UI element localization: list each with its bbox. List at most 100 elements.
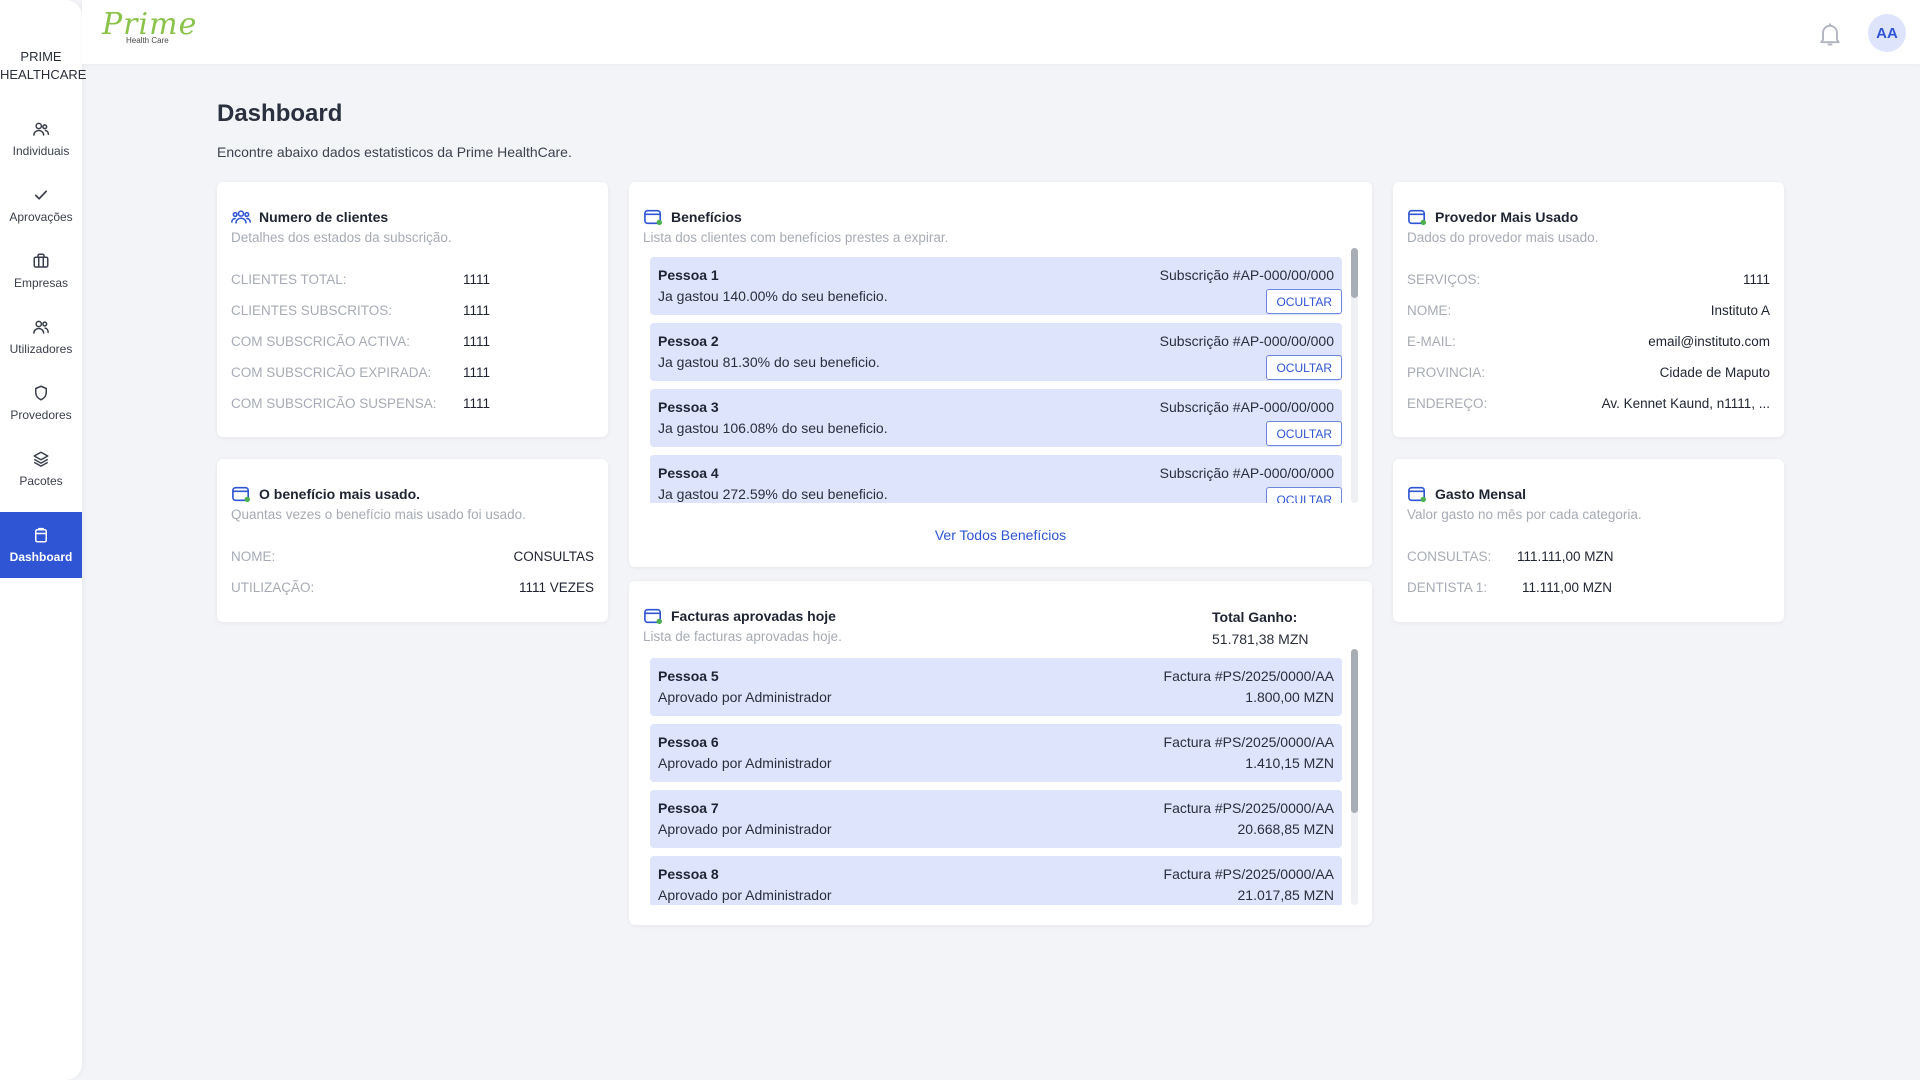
stat-label: CONSULTAS: xyxy=(1407,549,1492,564)
avatar[interactable]: AA xyxy=(1868,14,1906,52)
list-item[interactable]: Pessoa 3 Ja gastou 106.08% do seu benefi… xyxy=(650,389,1342,447)
card-description: Dados do provedor mais usado. xyxy=(1407,230,1599,245)
stat-value: 1111 xyxy=(1742,272,1770,287)
invoices-list[interactable]: Pessoa 5 Aprovado por Administrador Fact… xyxy=(650,658,1342,905)
stat-row: CLIENTES SUBSCRITOS: 1111 xyxy=(231,303,490,318)
brand-line-1: PRIME xyxy=(20,49,62,64)
sidebar-item-provedores[interactable]: Provedores xyxy=(0,370,82,436)
benefit-usage: Ja gastou 272.59% do seu beneficio. xyxy=(658,486,888,502)
stat-label: SERVIÇOS: xyxy=(1407,272,1481,287)
card-description: Valor gasto no mês por cada categoria. xyxy=(1407,507,1642,522)
scroll-thumb[interactable] xyxy=(1351,248,1358,298)
sidebar-item-label: Pacotes xyxy=(19,474,63,488)
stat-row: COM SUBSCRICÃO EXPIRADA: 1111 xyxy=(231,365,490,380)
card-title: Facturas aprovadas hoje xyxy=(671,608,836,624)
person-name: Pessoa 3 xyxy=(658,399,719,415)
invoice-id: Factura #PS/2025/0000/AA xyxy=(1163,866,1334,882)
see-all-benefits-link[interactable]: Ver Todos Benefícios xyxy=(629,527,1372,543)
scrollbar[interactable] xyxy=(1351,649,1358,905)
card-header: Provedor Mais Usado xyxy=(1407,208,1578,226)
top-bar: Prime Health Care AA xyxy=(82,0,1920,64)
stat-label: COM SUBSCRICÃO ACTIVA: xyxy=(231,334,411,349)
benefit-usage: Ja gastou 140.00% do seu beneficio. xyxy=(658,288,888,304)
page-subtitle: Encontre abaixo dados estatisticos da Pr… xyxy=(217,144,572,160)
list-item[interactable]: Pessoa 8 Aprovado por Administrador Fact… xyxy=(650,856,1342,905)
invoice-amount: 20.668,85 MZN xyxy=(1237,821,1335,837)
person-name: Pessoa 7 xyxy=(658,800,719,816)
stat-row: UTILIZAÇÃO: 1111 VEZES xyxy=(231,580,594,595)
total-earned-label: Total Ganho: xyxy=(1212,609,1298,625)
bell-icon[interactable] xyxy=(1816,20,1844,48)
scroll-thumb[interactable] xyxy=(1351,649,1358,813)
stat-value: Cidade de Maputo xyxy=(1659,365,1770,380)
hide-button[interactable]: OCULTAR xyxy=(1266,421,1342,446)
invoice-id: Factura #PS/2025/0000/AA xyxy=(1163,734,1334,750)
person-name: Pessoa 8 xyxy=(658,866,719,882)
logo[interactable]: Prime Health Care xyxy=(102,10,197,46)
person-name: Pessoa 5 xyxy=(658,668,719,684)
sidebar-item-dashboard[interactable]: Dashboard xyxy=(0,512,82,578)
sidebar-item-pacotes[interactable]: Pacotes xyxy=(0,436,82,502)
approved-by: Aprovado por Administrador xyxy=(658,755,832,771)
list-item[interactable]: Pessoa 2 Ja gastou 81.30% do seu benefic… xyxy=(650,323,1342,381)
list-item[interactable]: Pessoa 4 Ja gastou 272.59% do seu benefi… xyxy=(650,455,1342,503)
stat-value: 1111 xyxy=(463,303,491,318)
invoice-id: Factura #PS/2025/0000/AA xyxy=(1163,800,1334,816)
list-item[interactable]: Pessoa 5 Aprovado por Administrador Fact… xyxy=(650,658,1342,716)
sidebar-item-label: Dashboard xyxy=(9,550,73,564)
hide-button[interactable]: OCULTAR xyxy=(1266,355,1342,380)
stat-row: NOME: Instituto A xyxy=(1407,303,1770,318)
top-benefit-card: O benefício mais usado. Quantas vezes o … xyxy=(217,459,608,622)
clients-card: Numero de clientes Detalhes dos estados … xyxy=(217,182,608,437)
stat-label: CLIENTES TOTAL: xyxy=(231,272,347,287)
person-name: Pessoa 2 xyxy=(658,333,719,349)
stat-label: E-MAIL: xyxy=(1407,334,1456,349)
clipboard-icon xyxy=(35,527,47,543)
sidebar-item-utilizadores[interactable]: Utilizadores xyxy=(0,304,82,370)
sidebar-item-individuais[interactable]: Individuais xyxy=(0,106,82,172)
monthly-spend-card: Gasto Mensal Valor gasto no mês por cada… xyxy=(1393,459,1784,622)
stat-row: SERVIÇOS: 1111 xyxy=(1407,272,1770,287)
card-title: Benefícios xyxy=(671,209,742,225)
stat-value: 1111 xyxy=(463,396,491,411)
scrollbar[interactable] xyxy=(1351,248,1358,503)
total-earned-value: 51.781,38 MZN xyxy=(1212,631,1309,647)
provider-card: Provedor Mais Usado Dados do provedor ma… xyxy=(1393,182,1784,437)
stat-value: 11.111,00 MZN xyxy=(1522,580,1613,595)
briefcase-icon xyxy=(33,253,49,268)
sidebar: PRIME HEALTHCARE Individuais Aprovações … xyxy=(0,0,86,1080)
stat-row: CONSULTAS: 111.111,00 MZN xyxy=(1407,549,1614,564)
benefits-list[interactable]: Pessoa 1 Ja gastou 140.00% do seu benefi… xyxy=(650,257,1342,503)
subscription-id: Subscrição #AP-000/00/000 xyxy=(1159,333,1334,349)
sidebar-item-label: Empresas xyxy=(13,276,69,290)
hide-button[interactable]: OCULTAR xyxy=(1266,289,1342,314)
card-description: Lista de facturas aprovadas hoje. xyxy=(643,629,842,644)
stat-value: Av. Kennet Kaund, n1111, ... xyxy=(1601,396,1770,411)
card-description: Lista dos clientes com benefícios preste… xyxy=(643,230,949,245)
calendar-icon xyxy=(644,209,662,226)
stat-label: COM SUBSCRICÃO EXPIRADA: xyxy=(231,365,432,380)
stat-row: PROVINCIA: Cidade de Maputo xyxy=(1407,365,1770,380)
shield-icon xyxy=(35,385,47,401)
sidebar-item-aprovacoes[interactable]: Aprovações xyxy=(0,172,82,238)
stat-value: 1111 VEZES xyxy=(518,580,594,595)
sidebar-item-empresas[interactable]: Empresas xyxy=(0,238,82,304)
list-item[interactable]: Pessoa 1 Ja gastou 140.00% do seu benefi… xyxy=(650,257,1342,315)
sidebar-item-label: Provedores xyxy=(10,408,72,422)
list-item[interactable]: Pessoa 7 Aprovado por Administrador Fact… xyxy=(650,790,1342,848)
hide-button[interactable]: OCULTAR xyxy=(1266,487,1342,503)
brand-name: PRIME HEALTHCARE xyxy=(0,48,86,84)
list-item[interactable]: Pessoa 6 Aprovado por Administrador Fact… xyxy=(650,724,1342,782)
card-header: Gasto Mensal xyxy=(1407,485,1526,503)
stat-row: ENDEREÇO: Av. Kennet Kaund, n1111, ... xyxy=(1407,396,1770,411)
check-icon xyxy=(34,190,48,200)
calendar-icon xyxy=(1408,486,1426,503)
card-header: O benefício mais usado. xyxy=(231,485,420,503)
stat-row: COM SUBSCRICÃO SUSPENSA: 1111 xyxy=(231,396,490,411)
person-name: Pessoa 4 xyxy=(658,465,719,481)
benefits-card: Benefícios Lista dos clientes com benefí… xyxy=(629,182,1372,567)
person-name: Pessoa 6 xyxy=(658,734,719,750)
invoice-amount: 1.410,15 MZN xyxy=(1245,755,1334,771)
card-title: Numero de clientes xyxy=(259,209,389,225)
calendar-icon xyxy=(232,486,250,503)
